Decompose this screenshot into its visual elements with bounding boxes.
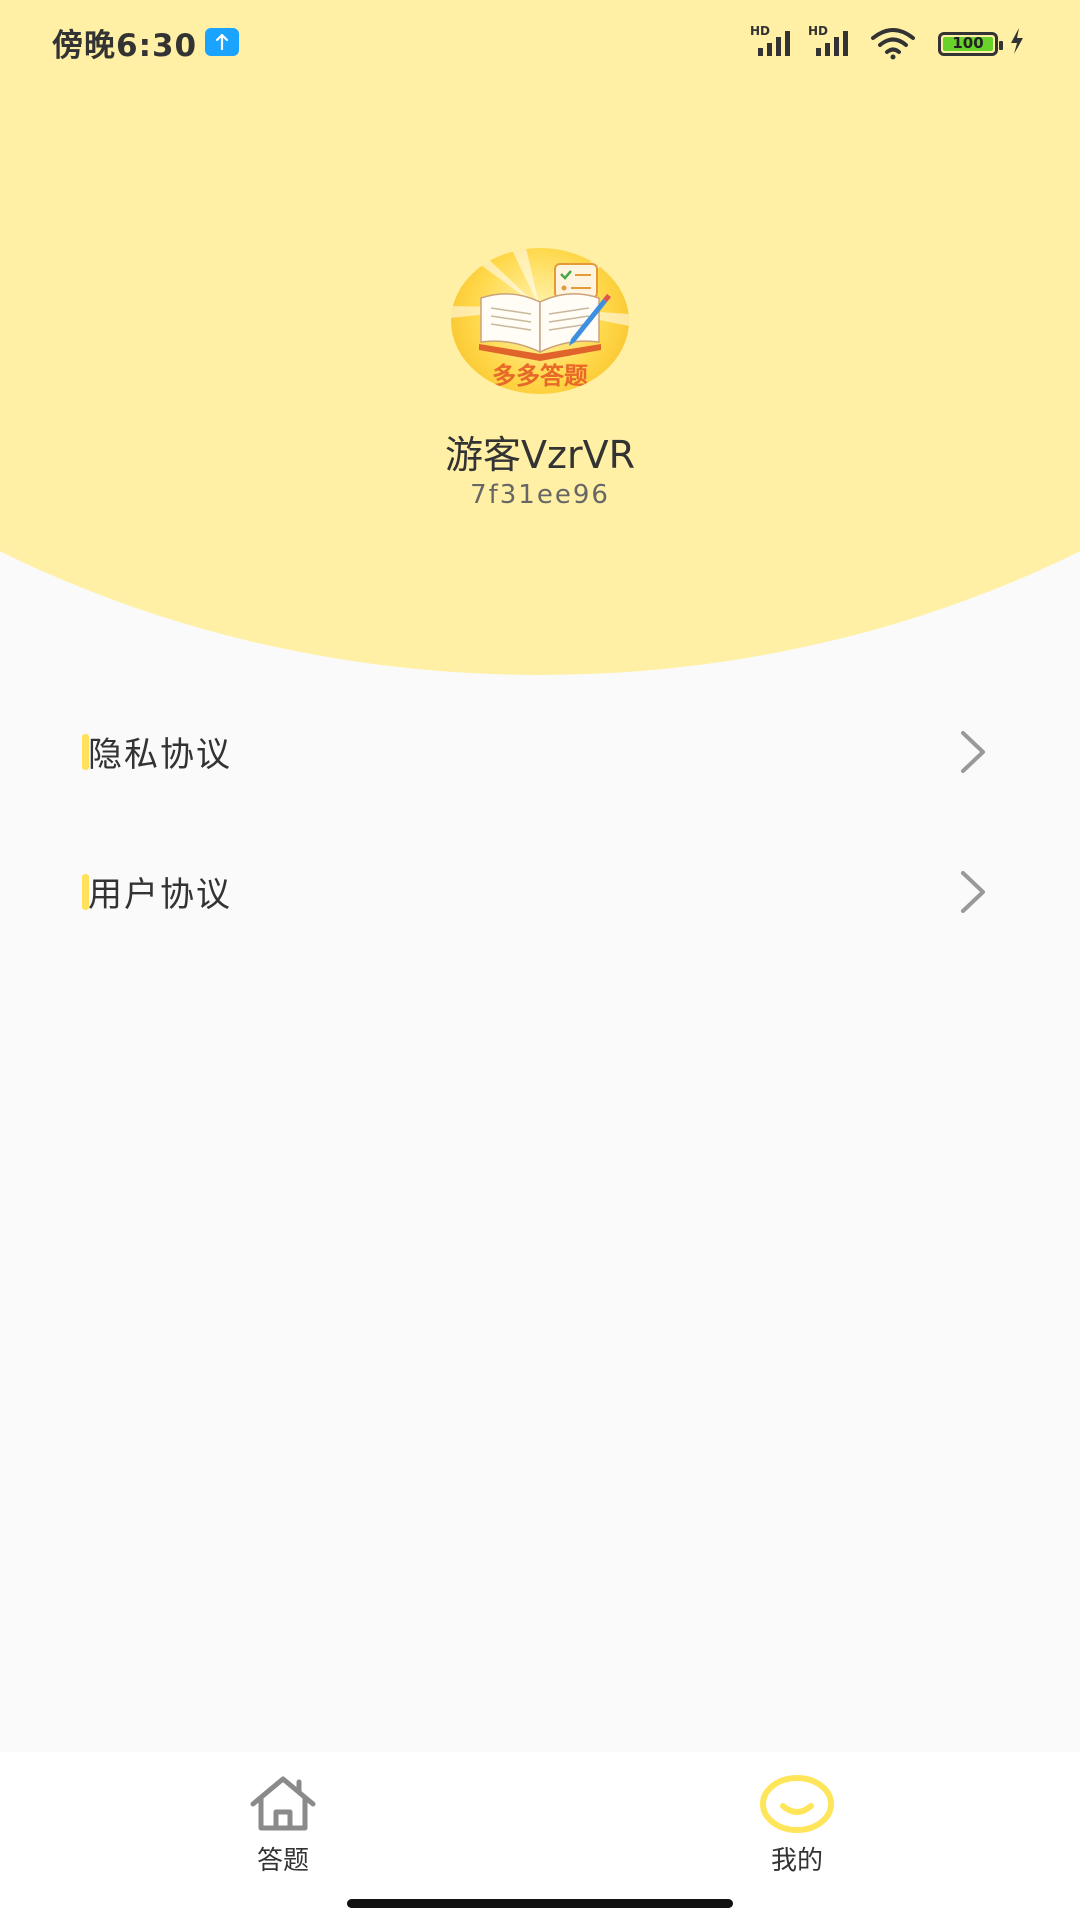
status-time: 傍晚6:30 [52,28,198,64]
battery-level: 100 [952,34,984,52]
status-bar: 傍晚6:30 HD HD 100 [0,0,1080,86]
menu-item-user-agreement[interactable]: 用户协议 [80,837,1000,947]
tab-label: 我的 [770,1846,823,1876]
tab-mine[interactable]: 我的 [697,1752,897,1882]
profile-screen: 傍晚6:30 HD HD 100 多多答题 游客VzrVR 7f31ee96 隐… [0,0,1080,1920]
tab-answer[interactable]: 答题 [183,1752,383,1882]
battery-icon: 100 [938,32,1003,56]
smile-icon [760,1775,834,1833]
signal-icon [816,31,848,56]
charging-icon [1011,28,1023,54]
menu-item-label: 隐私协议 [88,735,232,775]
menu-item-label: 用户协议 [88,875,232,915]
book-logo-icon: 多多答题 [451,248,629,390]
signal-icon [758,31,790,56]
home-indicator[interactable] [347,1899,733,1908]
tab-label: 答题 [256,1846,309,1876]
wifi-icon [871,28,915,60]
home-icon [250,1776,316,1831]
svg-text:多多答题: 多多答题 [492,362,588,390]
username: 游客VzrVR [445,433,635,477]
bottom-tab-bar: 答题 我的 [0,1752,1080,1920]
chevron-right-icon [961,731,985,773]
menu-item-privacy-policy[interactable]: 隐私协议 [80,697,1000,807]
upload-icon [205,28,239,56]
chevron-right-icon [961,871,985,913]
user-id: 7f31ee96 [470,480,610,510]
avatar[interactable]: 多多答题 [451,248,629,394]
status-icons: HD HD 100 [750,24,1030,64]
